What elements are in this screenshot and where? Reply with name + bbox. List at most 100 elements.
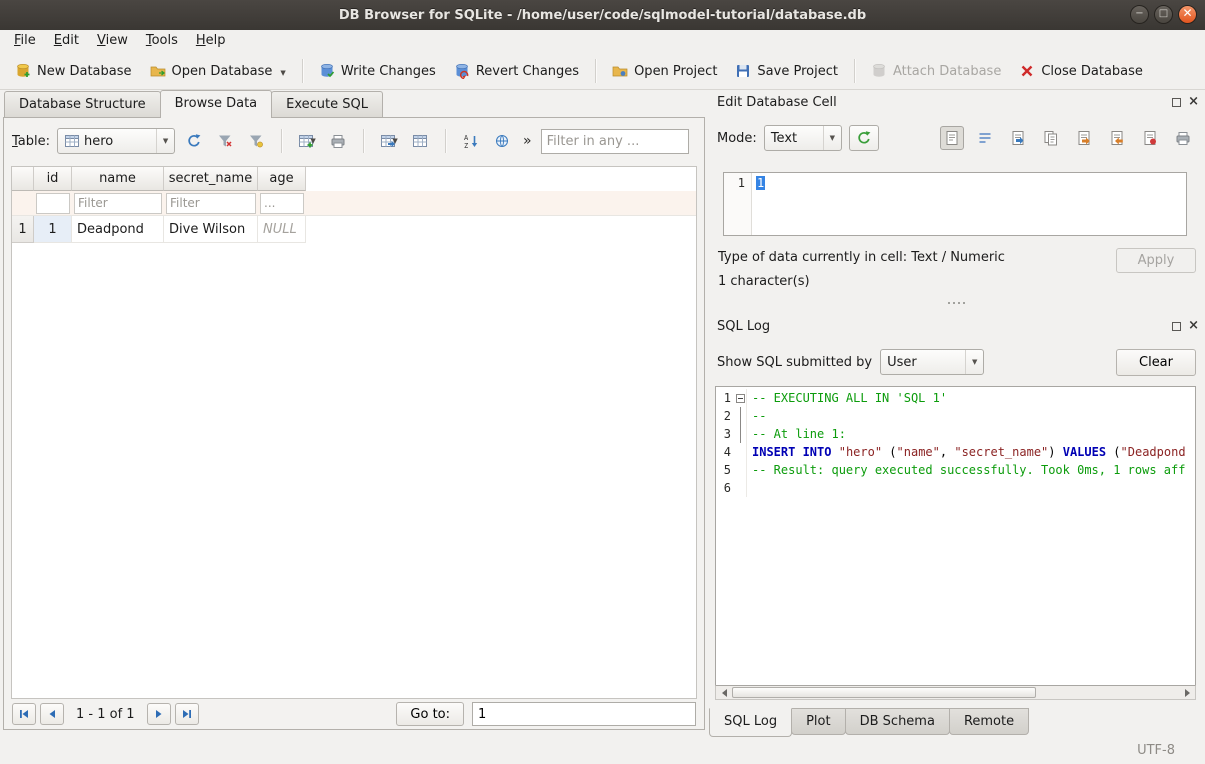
sql-log-editor[interactable]: 1 -- EXECUTING ALL IN 'SQL 1' 2 -- 3 -- … [715,386,1196,685]
table-select[interactable]: hero ▼ [57,128,175,154]
tab-remote[interactable]: Remote [949,708,1029,735]
dock-splitter-handle[interactable] [707,296,1205,310]
data-grid[interactable]: id name secret_name age 1 1 [11,166,697,699]
print-button[interactable] [326,129,350,153]
menu-view[interactable]: View [88,30,137,53]
grid-corner[interactable] [12,167,34,191]
sql-log-toolbar: Show SQL submitted by User ▼ Clear [707,336,1205,380]
column-header-id[interactable]: id [34,167,72,191]
fold-guide-line [740,425,741,443]
close-dock-icon[interactable]: × [1188,321,1199,331]
filter-input-age[interactable] [260,193,304,214]
fold-collapse-icon[interactable] [736,394,745,403]
set-null-button[interactable] [1138,126,1162,150]
cell-editor[interactable]: 1 1 [723,172,1187,236]
apply-button[interactable]: Apply [1116,248,1196,273]
goto-input[interactable] [472,702,696,726]
revert-changes-button[interactable]: Revert Changes [446,58,587,84]
open-database-menu-caret[interactable]: ▼ [280,69,285,79]
open-project-button[interactable]: Open Project [604,58,725,84]
write-changes-button[interactable]: Write Changes [311,58,444,84]
previous-record-button[interactable] [40,703,64,725]
export-button[interactable] [1072,126,1096,150]
goto-button[interactable]: Go to: [396,702,464,726]
import-button[interactable] [1105,126,1129,150]
column-header-secret-name[interactable]: secret_name [164,167,258,191]
float-dock-icon[interactable] [1172,322,1181,331]
menu-edit[interactable]: Edit [45,30,88,53]
edit-cell-button[interactable] [490,129,514,153]
float-dock-icon[interactable] [1172,98,1181,107]
mode-select[interactable]: Text ▼ [764,125,842,151]
horizontal-scrollbar[interactable] [715,685,1196,700]
tab-db-schema[interactable]: DB Schema [845,708,950,735]
main-tabbar: Database Structure Browse Data Execute S… [0,90,707,117]
new-database-icon [15,63,31,79]
scroll-left-button[interactable] [716,686,732,699]
attach-database-button[interactable]: Attach Database [863,58,1009,84]
refresh-button[interactable] [182,129,206,153]
column-header-name[interactable]: name [72,167,164,191]
open-file-button[interactable] [1006,126,1030,150]
sql-log-line: 5 -- Result: query executed successfully… [716,461,1195,479]
tab-sql-log[interactable]: SQL Log [709,708,792,737]
scrollbar-track[interactable] [732,686,1179,699]
row-header[interactable]: 1 [12,216,34,243]
menu-file[interactable]: File [5,30,45,53]
tab-plot[interactable]: Plot [791,708,846,735]
chevron-down-icon: ▼ [823,126,841,150]
cell-secret-name[interactable]: Dive Wilson [164,216,258,243]
menu-help[interactable]: Help [187,30,235,53]
titlebar[interactable]: DB Browser for SQLite - /home/user/code/… [0,0,1205,30]
first-record-button[interactable] [12,703,36,725]
sql-log-dock-header: SQL Log × [707,314,1205,336]
toolbar-overflow-button[interactable]: » [521,133,534,149]
line-number: 1 [716,389,734,407]
cell-age[interactable]: NULL [258,216,306,243]
toolbar-separator [595,59,596,83]
maximize-icon[interactable]: □ [1154,5,1173,24]
clear-filters-button[interactable] [213,129,237,153]
export-icon [1076,130,1092,146]
clear-filters-icon [217,133,233,149]
save-project-button[interactable]: Save Project [727,58,846,84]
new-record-button[interactable]: ▼ [295,129,319,153]
next-record-button[interactable] [147,703,171,725]
clear-log-button[interactable]: Clear [1116,349,1196,376]
format-button[interactable] [849,125,879,151]
filter-any-column-input[interactable] [541,129,689,154]
print-cell-button[interactable] [1171,126,1195,150]
open-database-button[interactable]: Open Database ▼ [142,58,294,84]
filter-input-id[interactable] [36,193,70,214]
tab-execute-sql[interactable]: Execute SQL [271,91,383,117]
close-icon[interactable]: ✕ [1178,5,1197,24]
close-dock-icon[interactable]: × [1188,97,1199,107]
minimize-icon[interactable]: − [1130,5,1149,24]
scroll-right-button[interactable] [1179,686,1195,699]
import-icon [1109,130,1125,146]
cell-name[interactable]: Deadpond [72,216,164,243]
text-mode-button[interactable] [940,126,964,150]
copy-button[interactable] [1039,126,1063,150]
scrollbar-thumb[interactable] [732,687,1036,698]
refresh-icon [186,133,202,149]
word-wrap-button[interactable] [973,126,997,150]
cell-editor-content[interactable]: 1 [752,173,769,235]
cell-id[interactable]: 1 [34,216,72,243]
filter-input-secret-name[interactable] [166,193,256,214]
sort-button[interactable]: AZ [459,129,483,153]
close-database-button[interactable]: Close Database [1011,58,1151,84]
sql-log-source-select[interactable]: User ▼ [880,349,984,375]
tab-database-structure[interactable]: Database Structure [4,91,161,117]
filter-input-name[interactable] [74,193,162,214]
delete-record-button[interactable] [408,129,432,153]
cell-char-count: 1 character(s) [718,274,810,289]
tab-browse-data[interactable]: Browse Data [160,90,273,118]
column-header-age[interactable]: age [258,167,306,191]
new-database-button[interactable]: New Database [7,58,140,84]
print-icon [1175,130,1191,146]
menu-tools[interactable]: Tools [137,30,187,53]
last-record-button[interactable] [175,703,199,725]
save-filter-button[interactable] [244,129,268,153]
duplicate-record-button[interactable]: ▼ [377,129,401,153]
